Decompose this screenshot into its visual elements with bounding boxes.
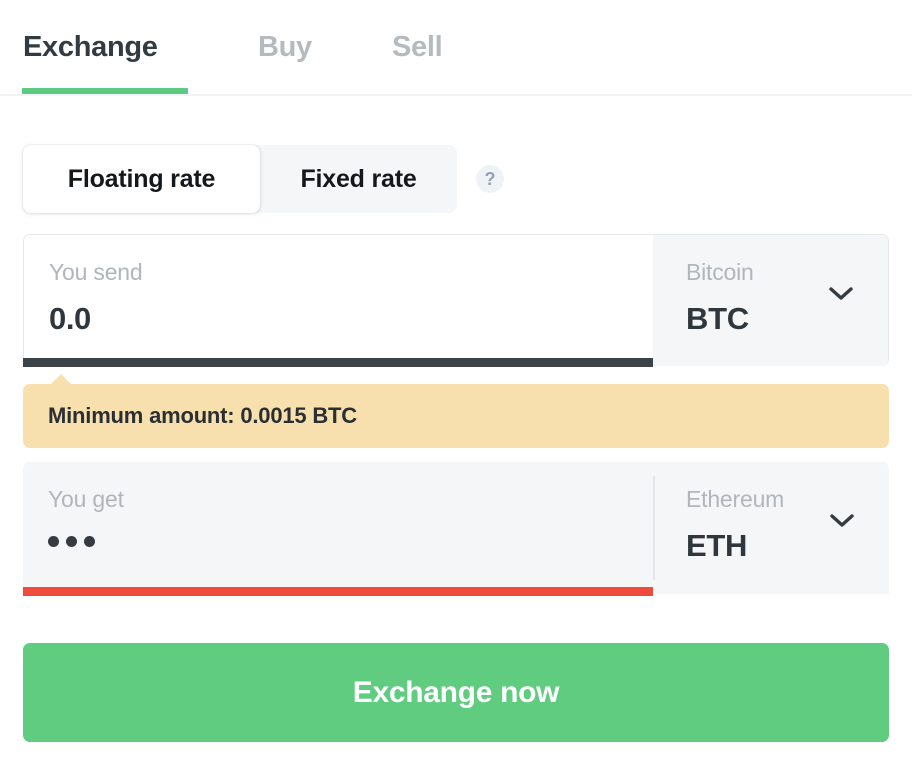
warning-text: Minimum amount: 0.0015 BTC bbox=[48, 403, 357, 428]
send-currency-name: Bitcoin bbox=[686, 259, 754, 285]
exchange-now-button[interactable]: Exchange now bbox=[23, 643, 889, 742]
fixed-rate-option[interactable]: Fixed rate bbox=[260, 145, 457, 213]
rate-type-toggle: Floating rate Fixed rate bbox=[23, 145, 457, 213]
get-currency-ticker: ETH bbox=[686, 528, 748, 563]
get-amount-loading-indicator bbox=[48, 536, 653, 547]
send-amount-input[interactable]: 0.0 bbox=[49, 299, 653, 339]
chevron-down-icon[interactable] bbox=[830, 514, 854, 528]
minimum-amount-warning: Minimum amount: 0.0015 BTC bbox=[23, 384, 889, 448]
floating-rate-option[interactable]: Floating rate bbox=[23, 145, 260, 213]
tab-buy[interactable]: Buy bbox=[258, 26, 312, 68]
tab-sell[interactable]: Sell bbox=[392, 26, 443, 68]
loading-dot bbox=[84, 536, 95, 547]
exchange-widget: Exchange Buy Sell Floating rate Fixed ra… bbox=[0, 0, 912, 772]
tab-bar: Exchange Buy Sell bbox=[0, 0, 912, 96]
tab-exchange[interactable]: Exchange bbox=[23, 26, 158, 68]
question-mark-icon[interactable]: ? bbox=[476, 165, 504, 193]
get-field-error-underline bbox=[23, 587, 653, 596]
send-currency-selector[interactable]: Bitcoin BTC bbox=[653, 235, 888, 366]
get-currency-name: Ethereum bbox=[686, 486, 785, 512]
you-send-row: You send 0.0 Bitcoin BTC bbox=[23, 234, 889, 366]
loading-dot bbox=[66, 536, 77, 547]
get-field-label: You get bbox=[48, 486, 124, 512]
send-currency-ticker: BTC bbox=[686, 301, 749, 336]
you-get-row: You get Ethereum ETH bbox=[23, 462, 889, 594]
active-tab-indicator bbox=[22, 88, 188, 94]
send-field-focus-underline bbox=[23, 358, 653, 367]
send-field-label: You send bbox=[49, 259, 143, 285]
get-currency-selector[interactable]: Ethereum ETH bbox=[653, 462, 889, 594]
loading-dot bbox=[48, 536, 59, 547]
rate-toggle-track: Floating rate Fixed rate bbox=[23, 145, 457, 213]
get-amount-cell[interactable]: You get bbox=[23, 462, 653, 594]
chevron-down-icon[interactable] bbox=[829, 287, 853, 301]
send-amount-cell[interactable]: You send 0.0 bbox=[24, 235, 653, 366]
